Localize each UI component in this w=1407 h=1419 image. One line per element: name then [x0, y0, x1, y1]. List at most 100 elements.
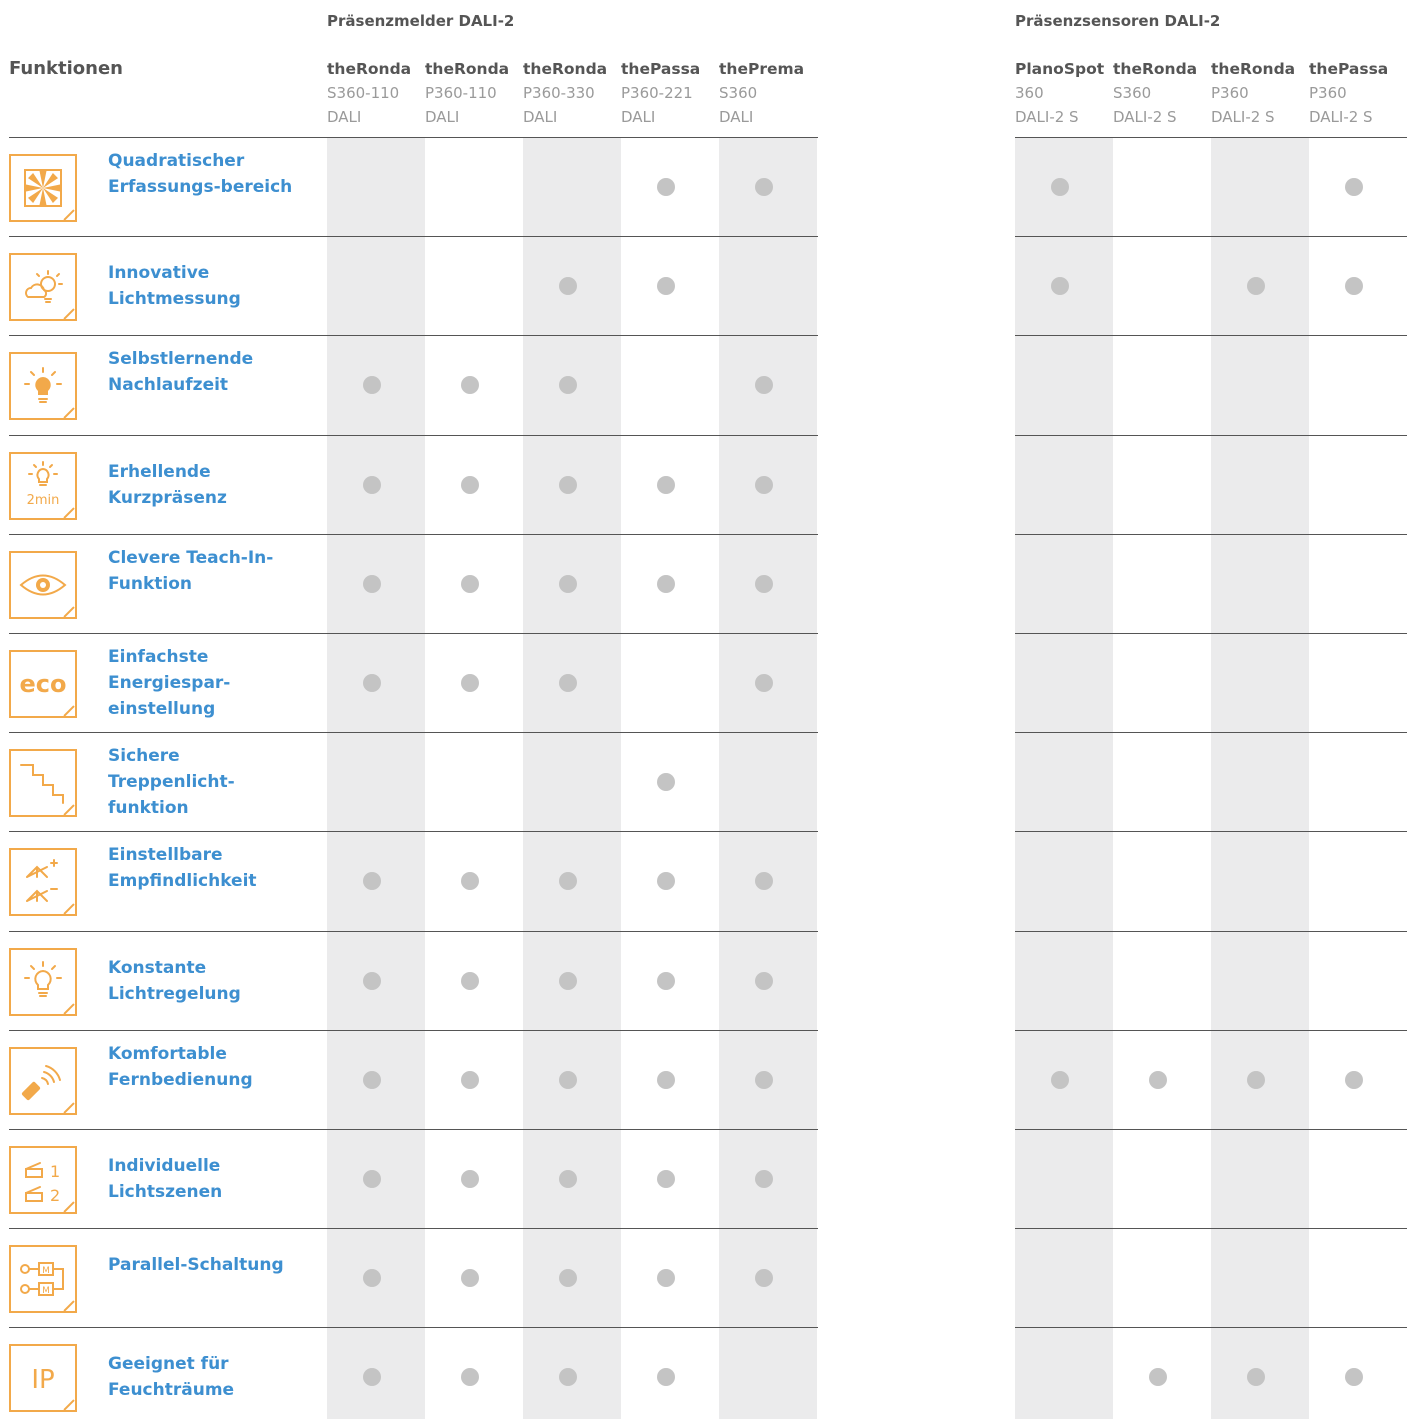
feature-label: Sichere Treppenlicht-funktion [108, 746, 235, 819]
feature-available-dot [461, 475, 479, 494]
lightbulb-filled-icon [9, 352, 77, 421]
column-product-name: thePassa [1309, 60, 1389, 78]
row-divider [9, 930, 818, 932]
column-variant: DALI [425, 108, 460, 126]
column-header: PlanoSpot 360 DALI-2 S [1015, 57, 1113, 129]
feature-available-dot [559, 674, 577, 692]
row-divider [9, 1327, 818, 1329]
column-header: thePassa P360 DALI-2 S [1309, 57, 1407, 129]
column-stripe [719, 137, 817, 1419]
column-variant: DALI [621, 108, 656, 126]
feature-available-dot [755, 574, 773, 593]
icon-corner [63, 1002, 75, 1014]
icon-corner [63, 606, 75, 617]
column-variant: DALI-2 S [1015, 108, 1079, 126]
feature-label: Komfortable Fernbedienung [108, 1043, 253, 1090]
column-header: theRonda P360-110 DALI [425, 57, 523, 129]
feature-available-dot [363, 1070, 381, 1089]
feature-available-dot [657, 1170, 675, 1188]
row-divider [1015, 831, 1407, 833]
feature-available-dot [1149, 1368, 1167, 1387]
icon-corner [63, 308, 75, 320]
icon-corner [63, 1102, 75, 1113]
eco-icon: eco [9, 650, 77, 718]
icon-corner [63, 1300, 75, 1312]
parallel-circuit-icon: MM [9, 1245, 77, 1314]
feature-available-dot [559, 475, 577, 494]
feature-available-dot [657, 277, 675, 296]
column-variant: DALI-2 S [1309, 108, 1373, 126]
column-variant: DALI [327, 108, 362, 126]
svg-text:2: 2 [50, 1186, 60, 1205]
icon-corner [63, 705, 75, 716]
feature-available-dot [363, 574, 381, 593]
column-variant: DALI-2 S [1113, 108, 1177, 126]
feature-available-dot [657, 971, 675, 990]
stairs-icon [9, 749, 77, 818]
row-divider [9, 1029, 818, 1031]
feature-label: Quadratischer Erfassungs-bereich [108, 151, 293, 197]
feature-available-dot [657, 475, 675, 494]
svg-text:eco: eco [20, 670, 67, 698]
feature-label: Geeignet für Feuchträume [108, 1354, 235, 1401]
row-divider [1015, 137, 1407, 138]
row-divider [9, 236, 818, 238]
svg-text:2min: 2min [27, 493, 60, 508]
feature-available-dot [657, 872, 675, 891]
column-header: thePrema S360 DALI [719, 57, 817, 129]
feature-available-dot [1051, 178, 1069, 196]
column-model: P360-221 [621, 84, 693, 102]
column-header: theRonda S360-110 DALI [327, 57, 425, 129]
column-model: S360 [1113, 84, 1152, 102]
column-model: P360-110 [425, 84, 497, 102]
row-divider [1015, 1327, 1407, 1329]
row-divider [9, 831, 818, 833]
column-product-name: PlanoSpot [1015, 60, 1105, 78]
feature-available-dot [363, 1170, 381, 1188]
svg-text:IP: IP [31, 1365, 54, 1395]
column-stripe [523, 137, 621, 1419]
svg-text:M: M [42, 1286, 50, 1296]
column-variant: DALI [719, 108, 754, 126]
row-divider [1015, 633, 1407, 634]
lightbulb-outline-icon [9, 947, 77, 1016]
column-product-name: theRonda [523, 60, 608, 78]
feature-available-dot [1345, 1070, 1363, 1089]
row-divider [9, 434, 818, 436]
icon-corner [63, 1399, 75, 1411]
row-divider [1015, 335, 1407, 337]
icon-corner [63, 209, 75, 220]
row-divider [1015, 434, 1407, 436]
feature-available-dot [755, 1070, 773, 1089]
column-header: theRonda S360 DALI-2 S [1113, 57, 1211, 129]
column-product-name: theRonda [1113, 60, 1198, 78]
column-product-name: thePrema [719, 60, 805, 78]
functions-header: Funktionen [9, 58, 123, 79]
feature-available-dot [363, 674, 381, 692]
row-divider [1015, 732, 1407, 734]
svg-text:M: M [42, 1266, 50, 1276]
feature-label: Clevere Teach-In-Funktion [108, 547, 274, 594]
feature-available-dot [461, 1368, 479, 1387]
column-variant: DALI-2 S [1211, 108, 1275, 126]
feature-available-dot [1345, 178, 1363, 196]
row-divider [9, 1129, 818, 1130]
feature-available-dot [461, 376, 479, 395]
row-divider [9, 335, 818, 337]
column-header: theRonda P360-330 DALI [523, 57, 621, 129]
feature-label: Einstellbare Empfindlichkeit [108, 845, 257, 892]
feature-available-dot [461, 872, 479, 891]
square-detection-icon [9, 154, 77, 222]
column-stripe [1015, 137, 1113, 1419]
row-divider [9, 1228, 818, 1230]
feature-available-dot [657, 1368, 675, 1387]
icon-corner [63, 506, 75, 518]
row-divider [1015, 930, 1407, 932]
icon-corner [63, 903, 75, 915]
feature-label: Innovative Lichtmessung [108, 263, 241, 310]
eye-icon [9, 550, 77, 619]
feature-available-dot [657, 1070, 675, 1089]
feature-available-dot [461, 674, 479, 692]
icon-corner [63, 407, 75, 419]
group-title-praesenzmelder: Präsenzmelder DALI-2 [327, 12, 515, 30]
